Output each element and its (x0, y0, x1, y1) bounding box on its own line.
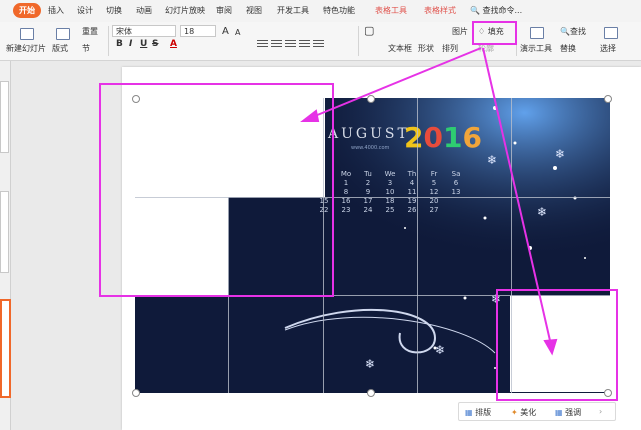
arrow-line (482, 47, 552, 346)
beautify-icon: ✦ (511, 408, 518, 417)
smart-bar: ▦ 排版 ✦ 美化 ▦ 强调 › (458, 402, 616, 421)
beautify-button[interactable]: ✦ 美化 (511, 407, 536, 418)
arrow-head (300, 109, 320, 122)
emphasis-icon: ▦ (555, 408, 563, 417)
layout-tool-button[interactable]: ▦ 排版 (465, 407, 491, 418)
arrow-line (309, 47, 482, 119)
emphasis-button[interactable]: ▦ 强调 (555, 407, 581, 418)
arrow-head (543, 338, 558, 356)
chevron-right-icon[interactable]: › (599, 407, 602, 416)
layout-icon: ▦ (465, 408, 473, 417)
annotation-arrows (300, 47, 558, 356)
